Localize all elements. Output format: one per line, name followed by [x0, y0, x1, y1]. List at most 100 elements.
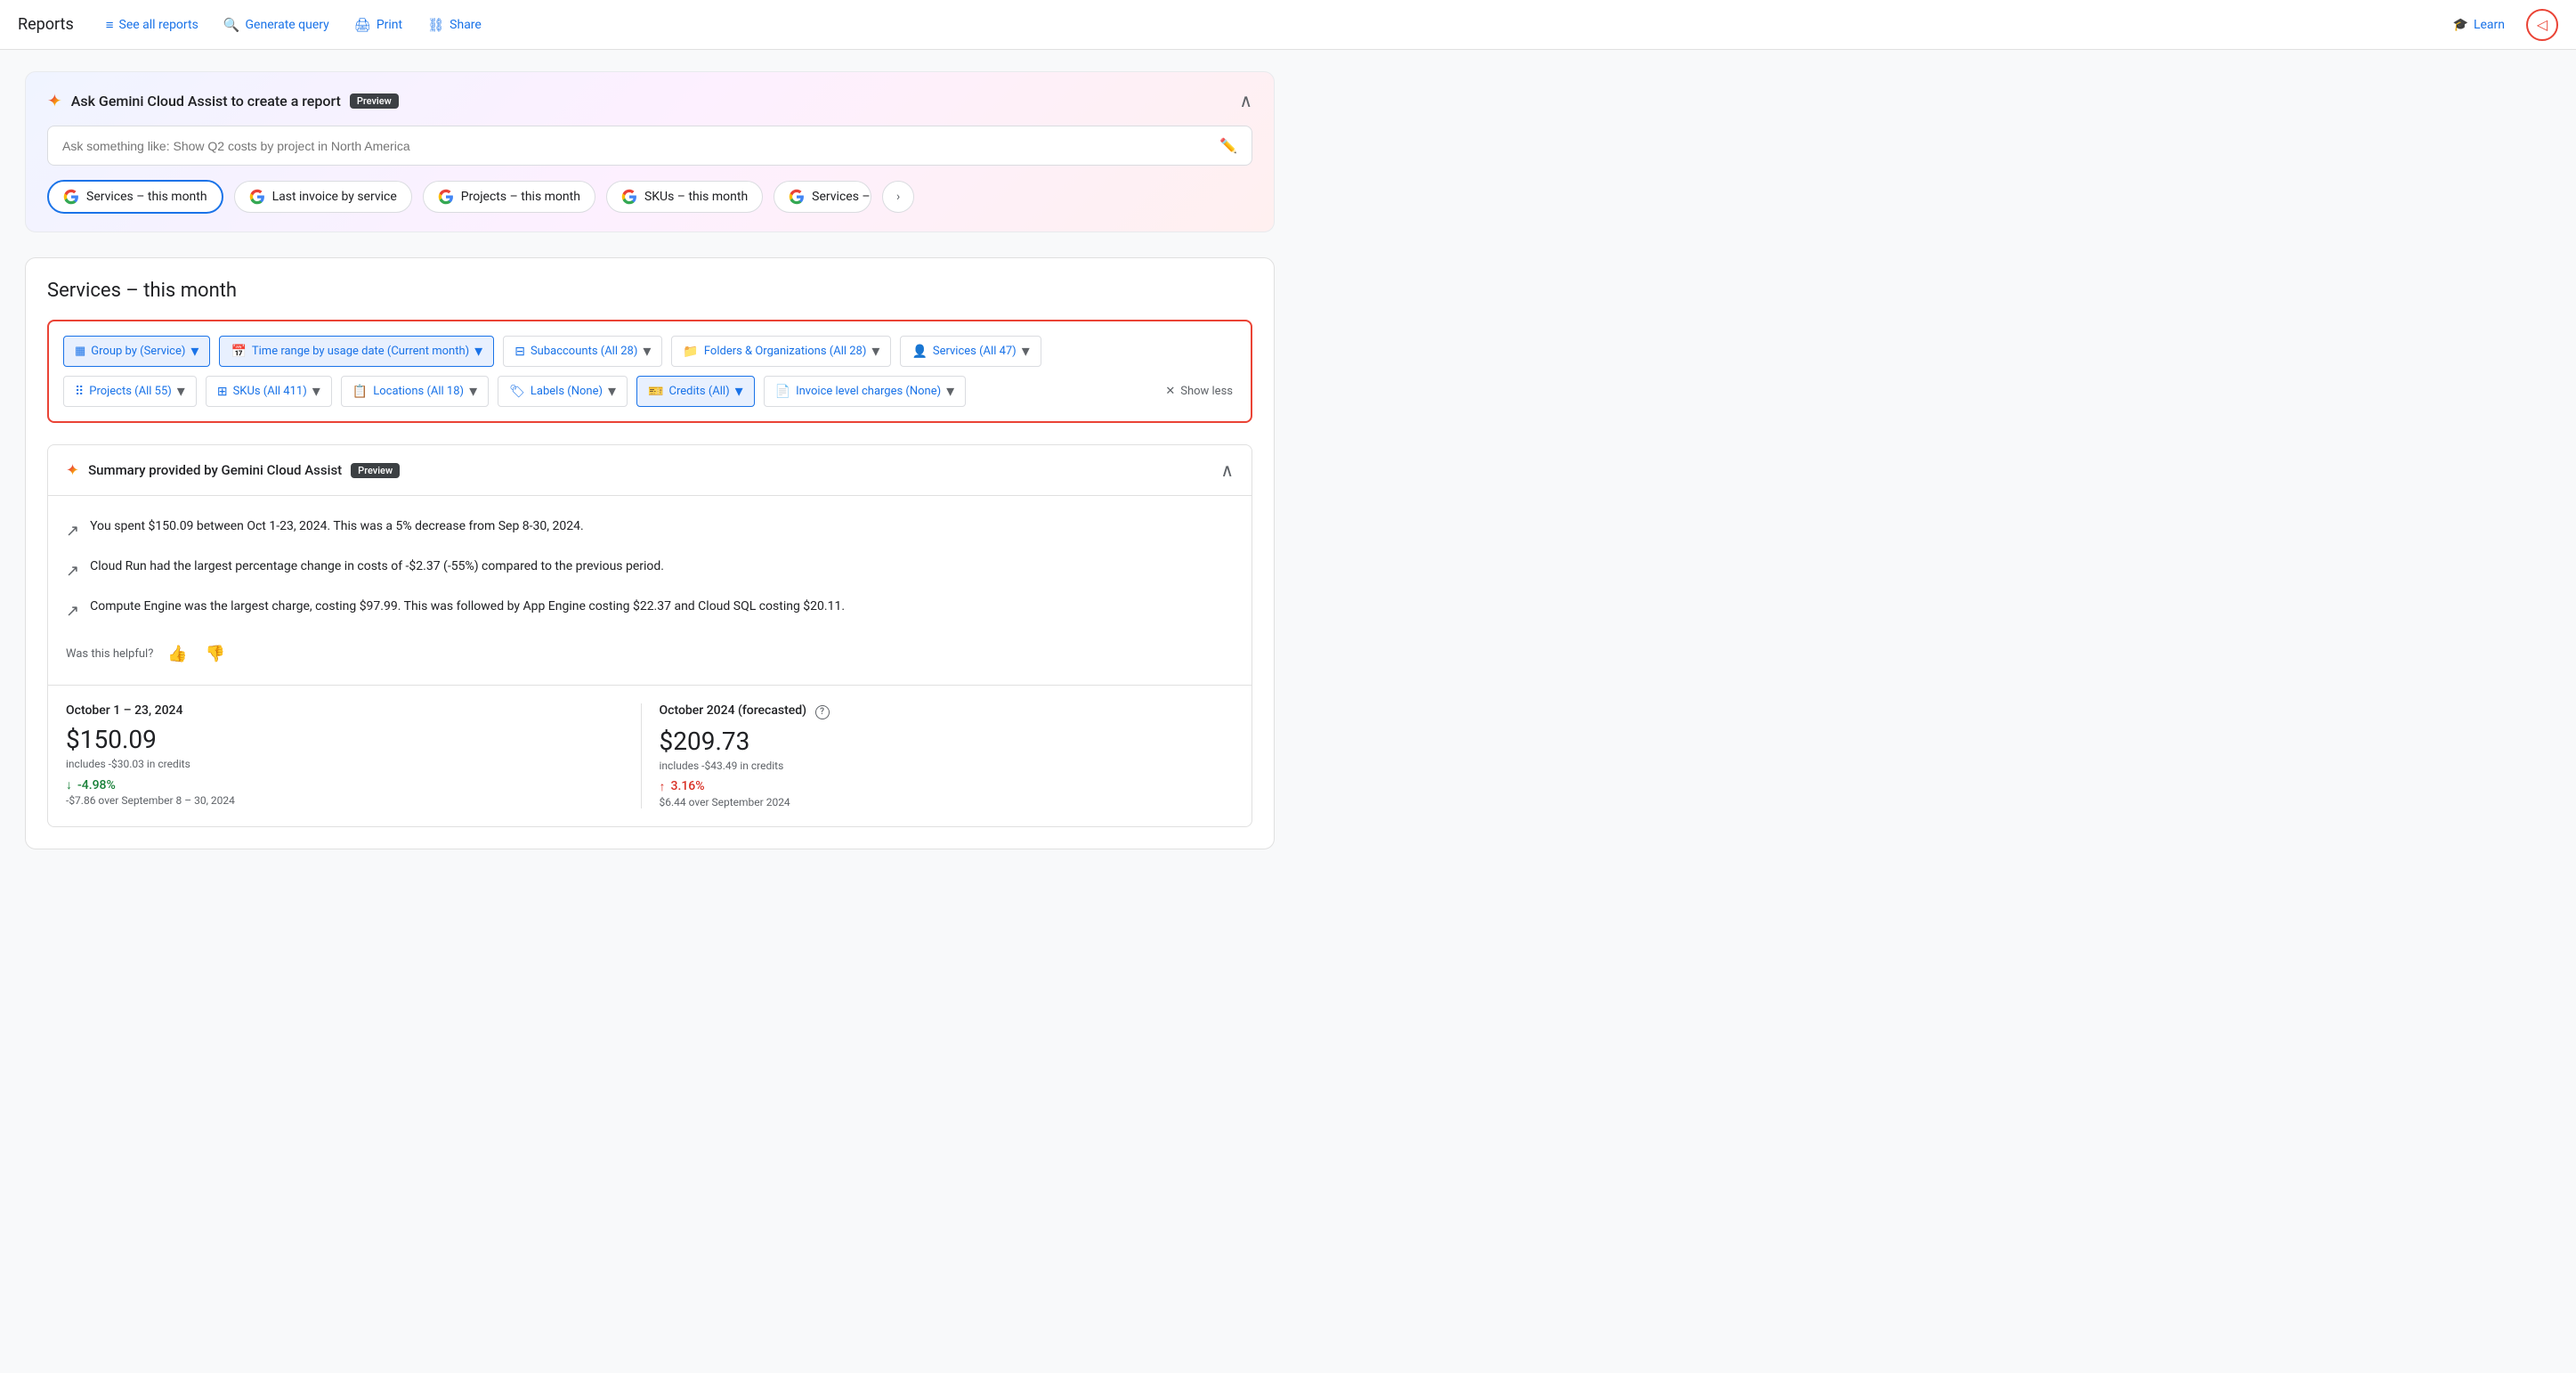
summary-item-3: ↗ Compute Engine was the largest charge,…	[66, 590, 1234, 630]
learn-link[interactable]: 🎓 Learn	[2442, 12, 2516, 37]
show-less-button[interactable]: ✕ Show less	[1162, 379, 1236, 403]
thumbs-up-button[interactable]: 👍	[164, 641, 190, 667]
see-all-reports-link[interactable]: ≡ See all reports	[95, 12, 209, 38]
current-value: $150.09	[66, 725, 623, 754]
current-change: ↓ -4.98%	[66, 777, 623, 792]
trend-up-icon: ↗	[66, 559, 79, 583]
collapse-button[interactable]: ∧	[1239, 90, 1252, 111]
filter-folders-orgs[interactable]: 📁 Folders & Organizations (All 28) ▾	[671, 336, 891, 367]
filter-time-range[interactable]: 📅 Time range by usage date (Current mont…	[219, 336, 494, 367]
arrow-up-icon: ↑	[660, 779, 666, 794]
filters-row-1: ▦ Group by (Service) ▾ 📅 Time range by u…	[63, 336, 1236, 367]
forecasted-change-sub: $6.44 over September 2024	[660, 796, 1217, 808]
report-title: Services – this month	[47, 280, 1252, 302]
helpful-label: Was this helpful?	[66, 647, 153, 661]
summary-item-2: ↗ Cloud Run had the largest percentage c…	[66, 550, 1234, 590]
print-link[interactable]: 🖨 Print	[344, 12, 413, 38]
current-change-sub: -$7.86 over September 8 – 30, 2024	[66, 794, 623, 807]
summary-section: ✦ Summary provided by Gemini Cloud Assis…	[47, 444, 1252, 827]
metrics-row: October 1 – 23, 2024 $150.09 includes -$…	[48, 685, 1252, 826]
dropdown-icon: ▾	[871, 342, 879, 361]
show-less-icon: ✕	[1165, 385, 1175, 398]
gemini-input-wrapper: ✏️	[47, 126, 1252, 166]
nav-right: 🎓 Learn ◁	[2442, 9, 2559, 41]
chip-skus-month[interactable]: SKUs – this month	[606, 181, 763, 213]
sparkle-icon: ✦	[47, 90, 62, 111]
gemini-section: ✦ Ask Gemini Cloud Assist to create a re…	[25, 71, 1275, 232]
filter-labels[interactable]: 🏷 Labels (None) ▾	[498, 376, 628, 407]
report-section: Services – this month ▦ Group by (Servic…	[25, 257, 1275, 849]
filter-group-by[interactable]: ▦ Group by (Service) ▾	[63, 336, 210, 367]
dropdown-icon: ▾	[1022, 342, 1030, 361]
filter-credits[interactable]: 🎫 Credits (All) ▾	[636, 376, 755, 407]
dropdown-icon: ▾	[735, 382, 743, 401]
table-icon: ▦	[75, 345, 85, 358]
metric-forecasted: October 2024 (forecasted) ? $209.73 incl…	[641, 703, 1235, 808]
dropdown-icon: ▾	[469, 382, 477, 401]
summary-collapse-button[interactable]: ∧	[1220, 459, 1234, 481]
current-change-value: -4.98%	[77, 778, 116, 792]
filter-invoice-charges[interactable]: 📄 Invoice level charges (None) ▾	[764, 376, 967, 407]
dropdown-icon: ▾	[190, 342, 198, 361]
forecasted-value: $209.73	[660, 727, 1217, 756]
location-icon: 📋	[352, 385, 368, 399]
metric-current: October 1 – 23, 2024 $150.09 includes -$…	[66, 703, 641, 808]
filter-services[interactable]: 👤 Services (All 47) ▾	[900, 336, 1041, 367]
print-icon: 🖨	[354, 17, 371, 33]
chips-next-button[interactable]: ›	[882, 181, 914, 213]
google-logo-icon	[621, 189, 637, 205]
summary-header: ✦ Summary provided by Gemini Cloud Assis…	[48, 445, 1252, 496]
filters-box: ▦ Group by (Service) ▾ 📅 Time range by u…	[47, 320, 1252, 423]
forecasted-change-value: 3.16%	[671, 779, 705, 793]
calendar-icon: 📅	[231, 345, 246, 359]
chip-last-invoice[interactable]: Last invoice by service	[234, 181, 412, 213]
thumbs-down-button[interactable]: 👎	[202, 641, 229, 667]
main-content: ✦ Ask Gemini Cloud Assist to create a re…	[0, 50, 1300, 871]
projects-icon: ⠿	[75, 385, 84, 399]
dropdown-icon: ▾	[643, 342, 651, 361]
generate-query-link[interactable]: 🔍 Generate query	[213, 12, 340, 38]
current-sub: includes -$30.03 in credits	[66, 758, 623, 770]
folder-icon: 📁	[683, 345, 698, 359]
chip-services-last[interactable]: Services –	[774, 181, 871, 213]
filters-row-2: ⠿ Projects (All 55) ▾ ⊞ SKUs (All 411) ▾…	[63, 376, 1236, 407]
skus-icon: ⊞	[217, 385, 228, 399]
filter-locations[interactable]: 📋 Locations (All 18) ▾	[341, 376, 489, 407]
gemini-input[interactable]	[62, 139, 1212, 153]
gemini-header: ✦ Ask Gemini Cloud Assist to create a re…	[47, 90, 1252, 111]
label-icon: 🏷	[509, 385, 525, 399]
filter-projects[interactable]: ⠿ Projects (All 55) ▾	[63, 376, 197, 407]
chip-services-month[interactable]: Services – this month	[47, 180, 223, 214]
invoice-icon: 📄	[775, 385, 790, 399]
share-link[interactable]: ⛓ Share	[417, 12, 492, 38]
google-logo-icon	[789, 189, 805, 205]
quick-chips-container: Services – this month Last invoice by se…	[47, 180, 1252, 214]
sidebar-toggle-icon: ◁	[2537, 16, 2548, 33]
filter-skus[interactable]: ⊞ SKUs (All 411) ▾	[206, 376, 332, 407]
info-icon: ?	[815, 705, 830, 719]
arrow-down-icon: ↓	[66, 777, 72, 792]
filter-subaccounts[interactable]: ⊟ Subaccounts (All 28) ▾	[503, 336, 662, 367]
preview-badge: Preview	[350, 93, 399, 109]
current-period-label: October 1 – 23, 2024	[66, 703, 623, 718]
chip-projects-month[interactable]: Projects – this month	[423, 181, 595, 213]
forecasted-period-label: October 2024 (forecasted) ?	[660, 703, 1217, 719]
sidebar-toggle-button[interactable]: ◁	[2526, 9, 2558, 41]
dropdown-icon: ▾	[608, 382, 616, 401]
dropdown-icon: ▾	[177, 382, 185, 401]
google-logo-icon	[438, 189, 454, 205]
helpful-row: Was this helpful? 👍 👎	[66, 630, 1234, 670]
list-icon: ≡	[106, 17, 114, 33]
summary-title: ✦ Summary provided by Gemini Cloud Assis…	[66, 461, 400, 480]
dropdown-icon: ▾	[946, 382, 954, 401]
person-icon: 👤	[911, 345, 927, 359]
summary-body: ↗ You spent $150.09 between Oct 1-23, 20…	[48, 496, 1252, 685]
dropdown-icon: ▾	[474, 342, 482, 361]
nav-links: ≡ See all reports 🔍 Generate query 🖨 Pri…	[95, 12, 2442, 38]
summary-item-1: ↗ You spent $150.09 between Oct 1-23, 20…	[66, 510, 1234, 550]
share-icon: ⛓	[427, 17, 444, 33]
google-logo-icon	[63, 189, 79, 205]
trend-up-icon: ↗	[66, 519, 79, 543]
top-navigation: Reports ≡ See all reports 🔍 Generate que…	[0, 0, 2576, 50]
gemini-title: ✦ Ask Gemini Cloud Assist to create a re…	[47, 90, 399, 111]
